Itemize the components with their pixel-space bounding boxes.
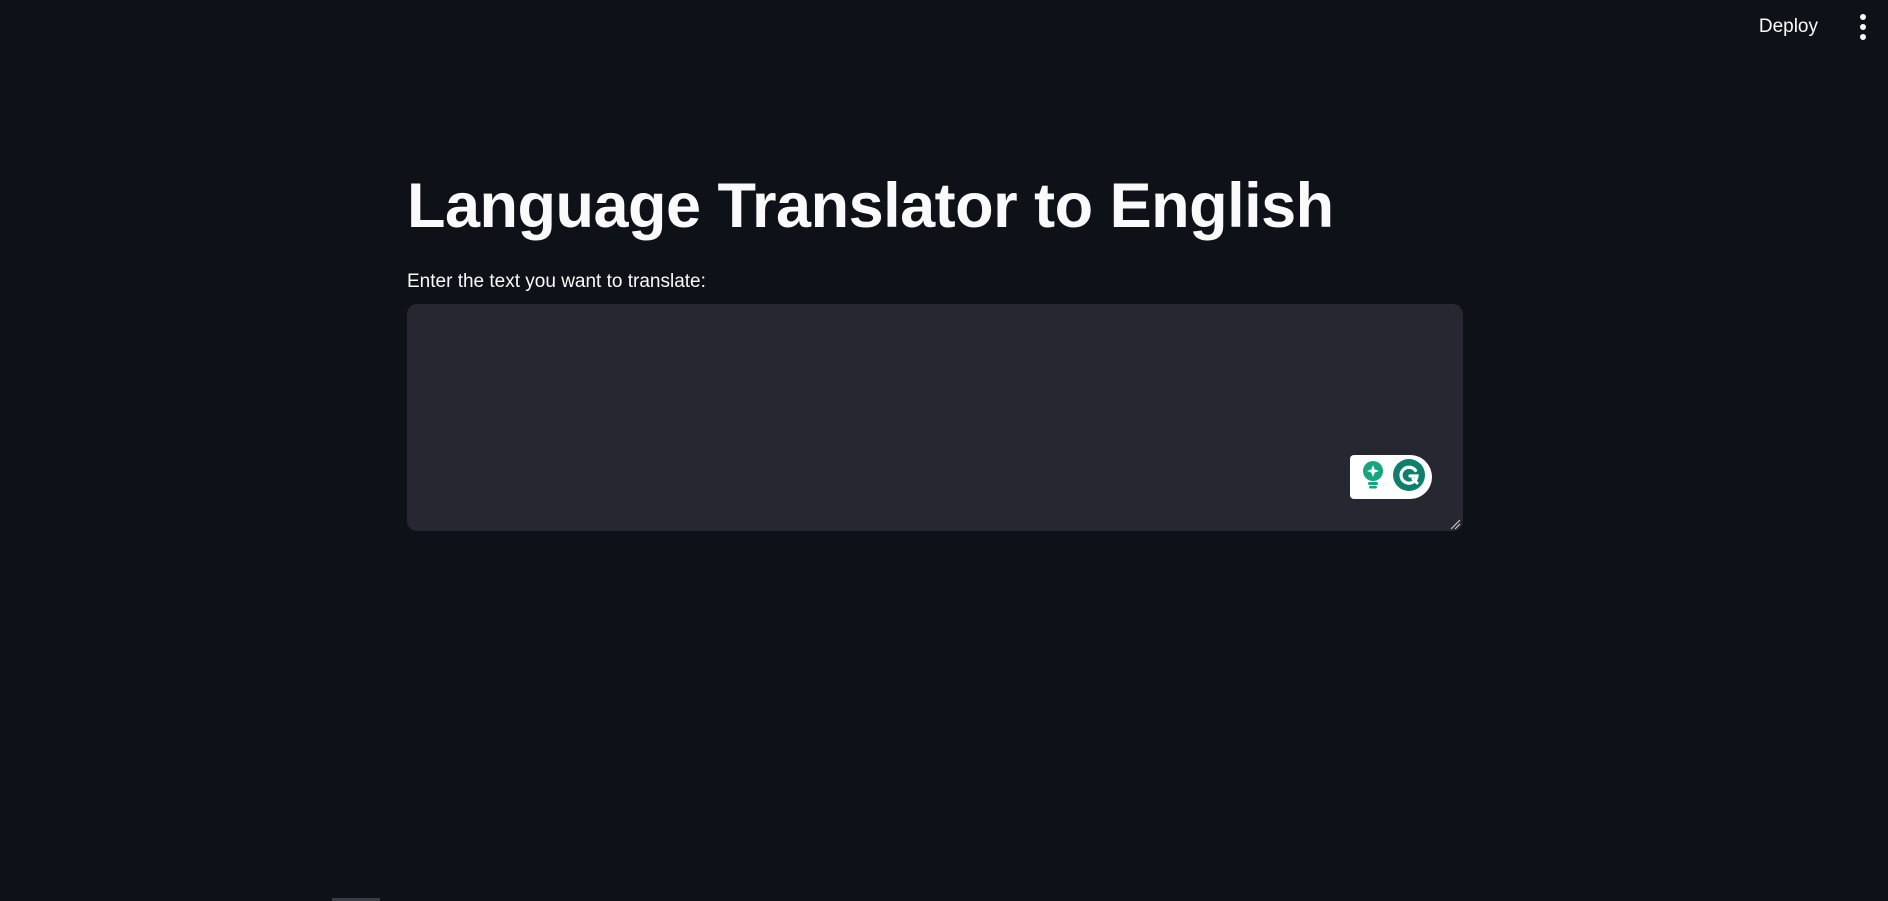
grammarly-widget[interactable]	[1350, 455, 1432, 499]
main-menu-button[interactable]	[1848, 7, 1878, 47]
translate-text-input[interactable]	[407, 304, 1463, 531]
resize-handle-icon[interactable]	[1449, 517, 1461, 530]
page-title: Language Translator to English	[407, 171, 1334, 241]
text-input-container	[407, 304, 1463, 531]
vertical-ellipsis-icon	[1860, 14, 1866, 20]
input-label: Enter the text you want to translate:	[407, 271, 706, 292]
top-toolbar: Deploy	[1749, 0, 1888, 54]
grammarly-g-icon[interactable]	[1392, 458, 1426, 497]
app-root: Deploy Language Translator to English En…	[0, 0, 1888, 901]
lightbulb-sparkle-icon[interactable]	[1360, 460, 1386, 495]
vertical-ellipsis-icon	[1860, 34, 1866, 40]
deploy-button[interactable]: Deploy	[1749, 10, 1828, 44]
main-content: Language Translator to English Enter the…	[407, 160, 1463, 531]
vertical-ellipsis-icon	[1860, 24, 1866, 30]
